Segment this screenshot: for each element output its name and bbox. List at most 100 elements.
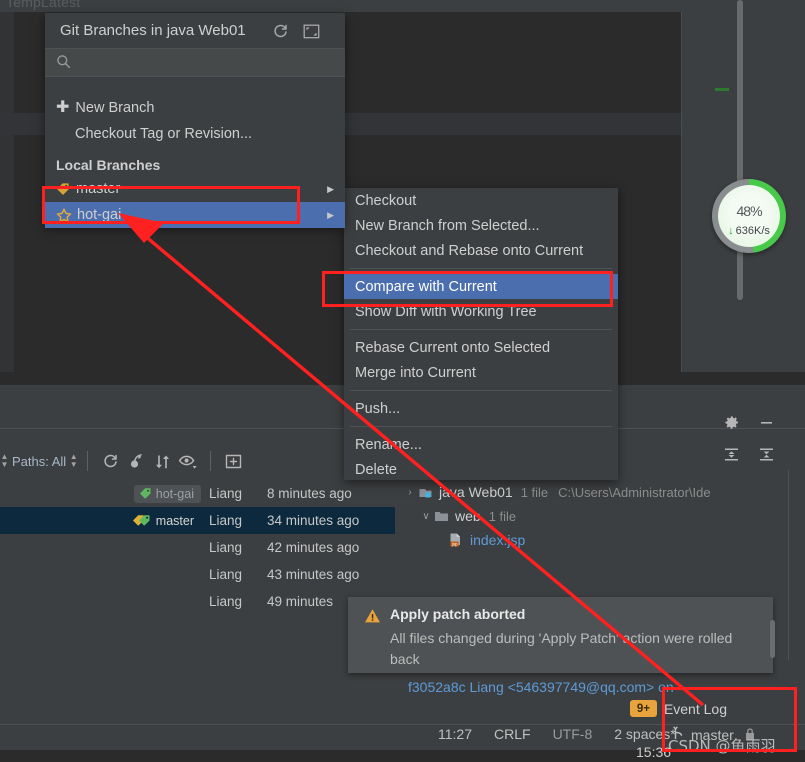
table-row[interactable]: master Liang 34 minutes ago <box>0 507 395 534</box>
git-branches-popup[interactable]: Git Branches in java Web01 ✚ New Branch … <box>45 13 345 228</box>
toolwindow-buttons <box>714 408 784 472</box>
table-row[interactable]: Liang 49 minutes <box>0 588 395 615</box>
new-branch-label: New Branch <box>75 100 155 116</box>
commit-author: Liang <box>209 594 243 609</box>
details-scrollbar[interactable] <box>770 620 775 658</box>
branch-tag-icon <box>56 182 71 196</box>
add-tab-icon[interactable] <box>220 449 246 473</box>
log-toolbar: ▲ ▼ Paths: All ▲ ▼ <box>0 445 246 477</box>
collapse-all-icon[interactable] <box>758 446 775 466</box>
minimize-icon[interactable] <box>758 414 775 434</box>
gear-icon[interactable] <box>723 414 740 434</box>
menu-item-delete[interactable]: Delete <box>344 457 618 482</box>
download-progress-number: 48 <box>736 202 751 219</box>
tree-node-path: C:\Users\Administrator\Ide <box>558 484 711 500</box>
toolbar-divider-1 <box>87 451 89 471</box>
download-arrow-icon: ↓ <box>728 224 734 237</box>
commit-author: Liang <box>209 513 243 528</box>
editor-scroll-marker <box>715 88 729 91</box>
notification-balloon[interactable]: Apply patch aborted All files changed du… <box>348 597 773 673</box>
branch-item-hot-gai[interactable]: hot-gai ▶ <box>45 202 345 228</box>
paths-filter-stepper-icon[interactable]: ▲ ▼ <box>69 453 78 469</box>
download-progress-percent: 48% <box>736 196 762 224</box>
editor-scrollbar[interactable] <box>737 0 743 300</box>
status-encoding[interactable]: UTF-8 <box>553 726 593 742</box>
branch-badge-master[interactable]: master <box>127 512 201 530</box>
chevron-right-icon[interactable]: ▶ <box>327 184 334 195</box>
table-row[interactable]: Liang 42 minutes ago <box>0 534 395 561</box>
menu-separator <box>350 329 612 330</box>
tree-row-file[interactable]: jsp index.jsp <box>402 528 805 552</box>
branch-badge-label: master <box>155 513 194 528</box>
branch-context-menu[interactable]: Checkout New Branch from Selected... Che… <box>344 188 618 480</box>
tree-node-name: index.jsp <box>470 532 526 548</box>
menu-item-checkout[interactable]: Checkout <box>344 188 618 213</box>
commit-log-list[interactable]: hot-gai Liang 8 minutes ago master Liang… <box>0 480 395 615</box>
show-details-eye-icon[interactable] <box>175 449 201 473</box>
commit-date: 42 minutes ago <box>267 540 360 555</box>
system-clock: 15:36 <box>636 744 672 760</box>
commit-date: 8 minutes ago <box>267 486 352 501</box>
editor-tab-label[interactable]: TempLatest <box>6 0 80 10</box>
branch-filter-stepper-icon[interactable]: ▲ ▼ <box>0 453 9 469</box>
download-rate: ↓ 636K/s <box>728 225 770 237</box>
jsp-file-icon: jsp <box>448 532 464 548</box>
status-bar-items: 11:27 CRLF UTF-8 2 spaces* <box>438 726 676 742</box>
refresh-icon[interactable] <box>97 449 123 473</box>
notification-title: Apply patch aborted <box>390 606 526 622</box>
download-progress-inner: 48% ↓ 636K/s <box>718 185 780 247</box>
tree-row-folder[interactable]: ∨ web 1 file <box>402 504 805 528</box>
changed-files-tree[interactable]: › java Web01 1 file C:\Users\Administrat… <box>402 480 805 552</box>
chevron-down-icon[interactable]: ∨ <box>418 511 434 522</box>
menu-item-new-branch-from-selected[interactable]: New Branch from Selected... <box>344 213 618 238</box>
table-row[interactable]: Liang 43 minutes ago <box>0 561 395 588</box>
search-input[interactable] <box>79 54 313 71</box>
favorite-star-icon[interactable] <box>56 208 72 223</box>
menu-item-rename[interactable]: Rename... <box>344 432 618 457</box>
branch-search-field[interactable] <box>45 49 345 76</box>
chevron-right-icon[interactable]: › <box>402 487 418 498</box>
new-branch-item[interactable]: ✚ New Branch <box>45 95 345 121</box>
menu-item-push[interactable]: Push... <box>344 396 618 421</box>
event-log-label: Event Log <box>663 700 727 717</box>
branch-tag-icon <box>139 488 151 499</box>
download-progress-indicator[interactable]: 48% ↓ 636K/s <box>712 179 786 253</box>
commit-date: 43 minutes ago <box>267 567 360 582</box>
commit-author: Liang <box>209 567 243 582</box>
menu-item-rebase-current-onto-selected[interactable]: Rebase Current onto Selected <box>344 335 618 360</box>
download-progress-percent-symbol: % <box>750 202 762 219</box>
menu-item-merge-into-current[interactable]: Merge into Current <box>344 360 618 385</box>
branch-badge-current[interactable]: hot-gai <box>133 484 201 503</box>
tree-node-name: web <box>455 508 481 524</box>
branch-name: hot-gai <box>77 207 122 223</box>
menu-separator <box>350 268 612 269</box>
tree-row-module[interactable]: › java Web01 1 file C:\Users\Administrat… <box>402 480 805 504</box>
folder-icon <box>434 509 449 523</box>
commit-author: Liang <box>209 486 243 501</box>
commit-detail-line[interactable]: f3052a8c Liang <546397749@qq.com> on <box>408 679 674 695</box>
branch-name: master <box>76 181 121 197</box>
chevron-right-icon[interactable]: ▶ <box>327 210 334 221</box>
event-log-button[interactable]: 9+ Event Log <box>629 700 727 717</box>
status-indent[interactable]: 2 spaces* <box>614 726 675 742</box>
checkout-tag-label: Checkout Tag or Revision... <box>75 126 253 142</box>
sort-updown-icon[interactable] <box>149 449 175 473</box>
cherry-pick-icon[interactable] <box>123 449 149 473</box>
menu-item-show-diff-with-working-tree[interactable]: Show Diff with Working Tree <box>344 299 618 324</box>
download-rate-value: 636K/s <box>735 224 770 237</box>
expand-icon[interactable] <box>301 21 321 41</box>
plus-icon: ✚ <box>56 99 70 116</box>
branch-item-master[interactable]: master ▶ <box>45 176 345 202</box>
branch-badge-label: hot-gai <box>155 486 194 501</box>
menu-item-compare-with-current[interactable]: Compare with Current <box>344 274 618 299</box>
table-row[interactable]: hot-gai Liang 8 minutes ago <box>0 480 395 507</box>
refresh-icon[interactable] <box>270 21 290 41</box>
popup-divider-2 <box>45 76 345 77</box>
paths-filter-label[interactable]: Paths: All <box>9 454 69 469</box>
menu-item-checkout-and-rebase[interactable]: Checkout and Rebase onto Current <box>344 238 618 263</box>
expand-all-icon[interactable] <box>723 446 740 466</box>
status-line-separator[interactable]: CRLF <box>494 726 531 742</box>
checkout-tag-item[interactable]: Checkout Tag or Revision... <box>45 121 345 147</box>
module-icon <box>418 485 433 500</box>
warning-icon <box>364 608 381 627</box>
